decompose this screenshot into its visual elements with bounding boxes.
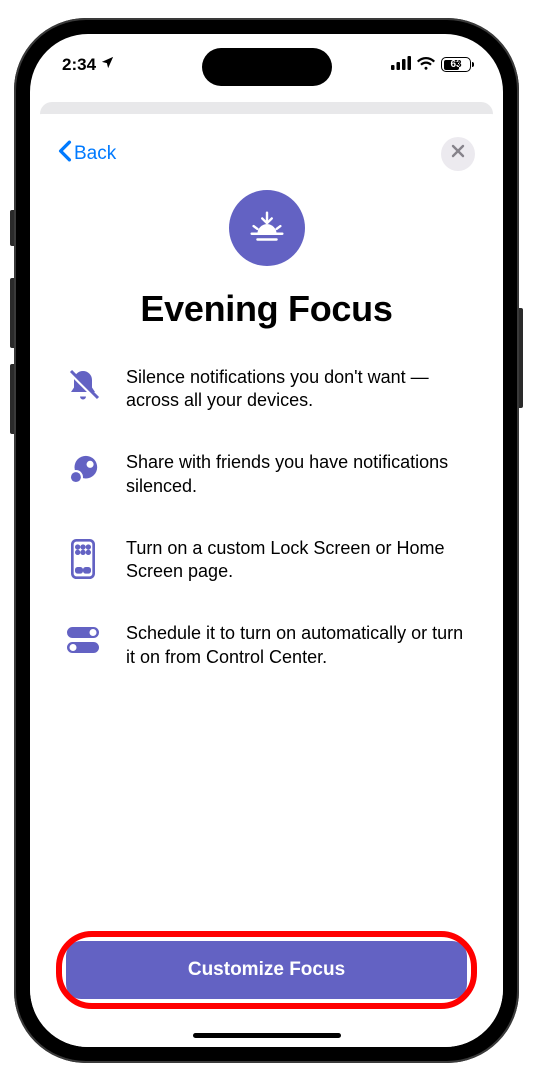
status-time: 2:34 xyxy=(62,55,96,75)
sunset-icon xyxy=(229,190,305,266)
feature-item: Turn on a custom Lock Screen or Home Scr… xyxy=(62,537,471,585)
cta-highlight-wrap: Customize Focus xyxy=(58,933,475,1007)
home-indicator[interactable] xyxy=(193,1033,341,1038)
back-button[interactable]: Back xyxy=(58,140,116,168)
location-icon xyxy=(100,55,115,75)
dynamic-island xyxy=(202,48,332,86)
wifi-icon xyxy=(417,55,435,75)
nav-bar: Back xyxy=(58,136,475,172)
close-button[interactable] xyxy=(441,137,475,171)
hero: Evening Focus xyxy=(58,190,475,366)
back-label: Back xyxy=(74,143,116,165)
toggle-icon xyxy=(62,622,104,656)
share-status-icon xyxy=(62,451,104,487)
feature-item: Silence notifications you don't want — a… xyxy=(62,366,471,414)
feature-text: Share with friends you have notification… xyxy=(126,451,471,499)
feature-list: Silence notifications you don't want — a… xyxy=(58,366,475,933)
modal-sheet: Back xyxy=(30,114,503,1047)
phone-frame: 2:34 xyxy=(14,18,519,1063)
feature-text: Silence notifications you don't want — a… xyxy=(126,366,471,414)
battery-icon: 63 xyxy=(441,57,471,72)
feature-text: Turn on a custom Lock Screen or Home Scr… xyxy=(126,537,471,585)
cellular-icon xyxy=(391,55,411,75)
battery-level: 63 xyxy=(442,59,470,70)
feature-text: Schedule it to turn on automatically or … xyxy=(126,622,471,670)
bell-slash-icon xyxy=(62,366,104,404)
page-title: Evening Focus xyxy=(58,288,475,330)
cta-label: Customize Focus xyxy=(188,959,345,981)
feature-item: Share with friends you have notification… xyxy=(62,451,471,499)
chevron-left-icon xyxy=(58,140,72,168)
phone-screen-icon xyxy=(62,537,104,579)
screen: 2:34 xyxy=(30,34,503,1047)
customize-focus-button[interactable]: Customize Focus xyxy=(66,941,467,999)
feature-item: Schedule it to turn on automatically or … xyxy=(62,622,471,670)
close-icon xyxy=(451,144,465,163)
